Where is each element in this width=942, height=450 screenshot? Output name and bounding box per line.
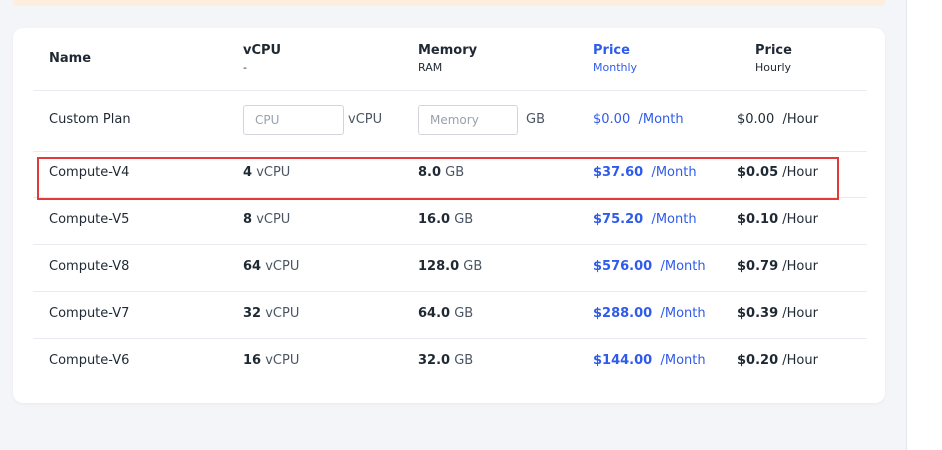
custom-hourly-unit: /Hour <box>782 112 819 127</box>
plan-monthly-unit: /Month <box>660 353 706 368</box>
plan-hourly-unit: /Hour <box>782 165 818 180</box>
plan-memory-unit: GB <box>454 212 474 227</box>
plan-vcpu-value: 8 <box>243 212 253 227</box>
plan-name: Compute-V5 <box>49 212 130 227</box>
plan-name: Compute-V8 <box>49 259 130 274</box>
plan-vcpu: 16 vCPU <box>243 338 299 384</box>
plan-memory: 128.0 GB <box>418 244 482 290</box>
plan-name: Compute-V4 <box>49 165 130 180</box>
plan-price-monthly: $576.00 /Month <box>593 244 706 290</box>
plan-vcpu-unit: vCPU <box>256 165 291 180</box>
right-side-panel <box>906 0 942 450</box>
custom-price-monthly: $0.00 /Month <box>593 97 684 143</box>
table-row[interactable]: Compute-V7 32 vCPU 64.0 GB $288.00 /Mont… <box>13 291 885 337</box>
header-memory-sub: RAM <box>418 61 443 74</box>
plan-monthly-value: $75.20 <box>593 212 644 227</box>
plan-memory-unit: GB <box>445 165 465 180</box>
plan-hourly-value: $0.39 <box>737 306 779 321</box>
plan-monthly-value: $576.00 <box>593 259 653 274</box>
plan-price-hourly: $0.10 /Hour <box>737 197 818 243</box>
plan-memory-unit: GB <box>454 306 474 321</box>
plan-price-hourly: $0.05 /Hour <box>737 150 818 196</box>
custom-monthly-value: $0.00 <box>593 112 631 127</box>
plan-vcpu-value: 16 <box>243 353 262 368</box>
plan-hourly-unit: /Hour <box>782 353 818 368</box>
header-price-monthly: Price <box>593 43 630 58</box>
plan-memory-value: 64.0 <box>418 306 451 321</box>
table-row[interactable]: Compute-V5 8 vCPU 16.0 GB $75.20 /Month … <box>13 197 885 243</box>
plan-hourly-value: $0.10 <box>737 212 779 227</box>
plan-monthly-unit: /Month <box>660 306 706 321</box>
memory-unit-label: GB <box>526 112 545 127</box>
plan-price-monthly: $144.00 /Month <box>593 338 706 384</box>
divider <box>33 90 867 91</box>
notice-banner <box>13 0 885 6</box>
plan-memory: 32.0 GB <box>418 338 473 384</box>
plan-name: Compute-V6 <box>49 353 130 368</box>
plan-monthly-value: $144.00 <box>593 353 653 368</box>
header-name: Name <box>49 51 92 66</box>
plan-vcpu-unit: vCPU <box>256 212 291 227</box>
custom-plan-name: Custom Plan <box>49 112 131 127</box>
plan-name: Compute-V7 <box>49 306 130 321</box>
header-price-hourly: Price <box>755 43 792 58</box>
custom-price-hourly: $0.00 /Hour <box>737 97 818 143</box>
header-vcpu-sub: - <box>243 61 247 74</box>
custom-plan-row: Custom Plan CPU vCPU Memory GB $0.00 /Mo… <box>13 97 885 143</box>
plan-hourly-unit: /Hour <box>782 306 818 321</box>
plan-hourly-unit: /Hour <box>782 259 818 274</box>
plan-monthly-unit: /Month <box>651 212 697 227</box>
plan-memory-value: 32.0 <box>418 353 451 368</box>
plan-memory: 64.0 GB <box>418 291 473 337</box>
plan-price-monthly: $37.60 /Month <box>593 150 697 196</box>
plan-vcpu: 64 vCPU <box>243 244 299 290</box>
plan-hourly-value: $0.79 <box>737 259 779 274</box>
header-price-hourly-sub: Hourly <box>755 61 792 74</box>
plan-vcpu-unit: vCPU <box>265 306 300 321</box>
plan-price-monthly: $75.20 /Month <box>593 197 697 243</box>
header-memory: Memory <box>418 43 478 58</box>
plan-vcpu-unit: vCPU <box>265 259 300 274</box>
plan-memory-unit: GB <box>463 259 483 274</box>
plan-memory-value: 128.0 <box>418 259 460 274</box>
header-vcpu: vCPU <box>243 43 282 58</box>
cpu-unit-label: vCPU <box>348 112 383 127</box>
header-price-monthly-sub: Monthly <box>593 61 638 74</box>
plan-vcpu: 32 vCPU <box>243 291 299 337</box>
plan-memory-value: 16.0 <box>418 212 451 227</box>
table-row[interactable]: Compute-V8 64 vCPU 128.0 GB $576.00 /Mon… <box>13 244 885 290</box>
plan-monthly-value: $288.00 <box>593 306 653 321</box>
custom-hourly-value: $0.00 <box>737 112 775 127</box>
plan-hourly-unit: /Hour <box>782 212 818 227</box>
plan-memory-unit: GB <box>454 353 474 368</box>
plan-vcpu: 4 vCPU <box>243 150 290 196</box>
custom-monthly-unit: /Month <box>638 112 684 127</box>
plan-vcpu-unit: vCPU <box>265 353 300 368</box>
plan-price-hourly: $0.20 /Hour <box>737 338 818 384</box>
plan-memory: 8.0 GB <box>418 150 464 196</box>
plan-hourly-value: $0.20 <box>737 353 779 368</box>
table-row[interactable]: Compute-V6 16 vCPU 32.0 GB $144.00 /Mont… <box>13 338 885 384</box>
plans-table-card: Name vCPU - Memory RAM Price Monthly Pri… <box>13 28 885 403</box>
plan-price-monthly: $288.00 /Month <box>593 291 706 337</box>
plan-hourly-value: $0.05 <box>737 165 779 180</box>
plan-memory-value: 8.0 <box>418 165 442 180</box>
cpu-input[interactable]: CPU <box>243 105 344 135</box>
plan-price-hourly: $0.39 /Hour <box>737 291 818 337</box>
table-header: Name vCPU - Memory RAM Price Monthly Pri… <box>13 28 885 90</box>
plan-memory: 16.0 GB <box>418 197 473 243</box>
plan-price-hourly: $0.79 /Hour <box>737 244 818 290</box>
plan-monthly-unit: /Month <box>651 165 697 180</box>
plan-vcpu-value: 4 <box>243 165 253 180</box>
table-row[interactable]: Compute-V4 4 vCPU 8.0 GB $37.60 /Month $… <box>13 150 885 196</box>
plan-vcpu-value: 32 <box>243 306 262 321</box>
memory-input[interactable]: Memory <box>418 105 518 135</box>
plan-monthly-unit: /Month <box>660 259 706 274</box>
plan-vcpu: 8 vCPU <box>243 197 290 243</box>
plan-vcpu-value: 64 <box>243 259 262 274</box>
plan-monthly-value: $37.60 <box>593 165 644 180</box>
